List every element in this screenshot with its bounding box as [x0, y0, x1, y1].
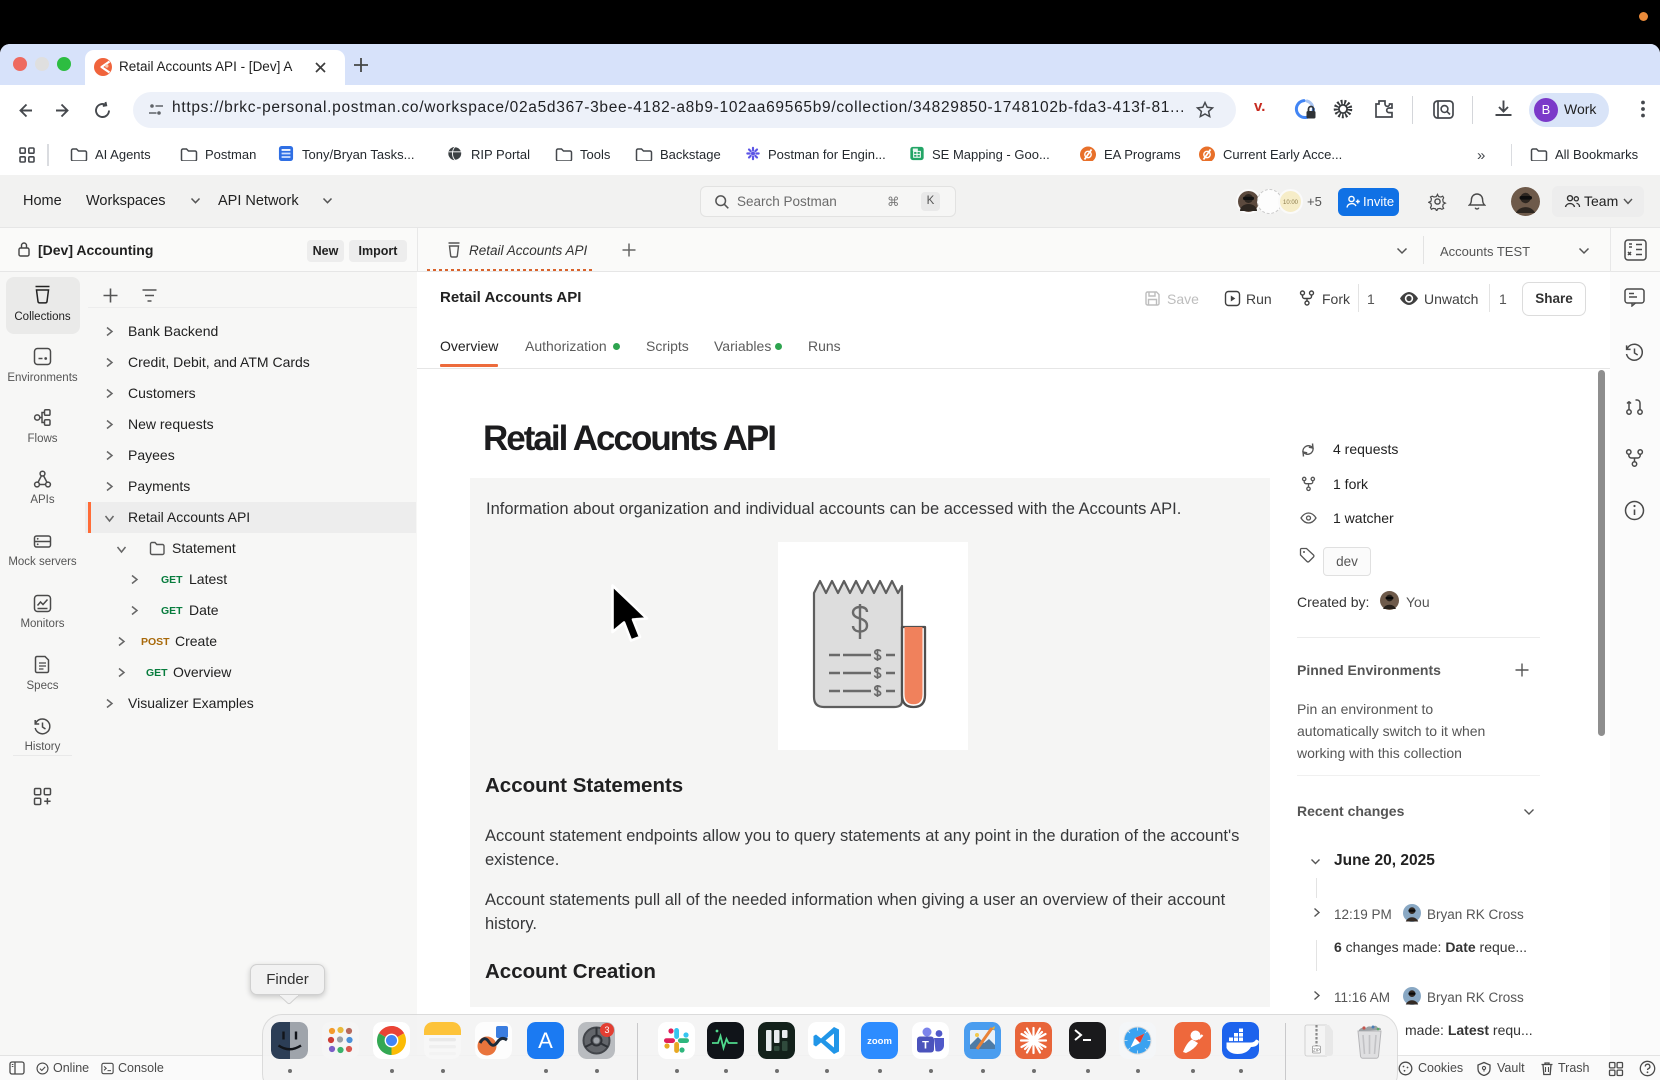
svg-text:ZIP: ZIP: [1313, 1048, 1320, 1053]
svg-text:zoom: zoom: [867, 1036, 892, 1047]
svg-text:T: T: [922, 1040, 929, 1052]
svg-text:A: A: [538, 1028, 553, 1053]
svg-text:3: 3: [604, 1025, 609, 1035]
